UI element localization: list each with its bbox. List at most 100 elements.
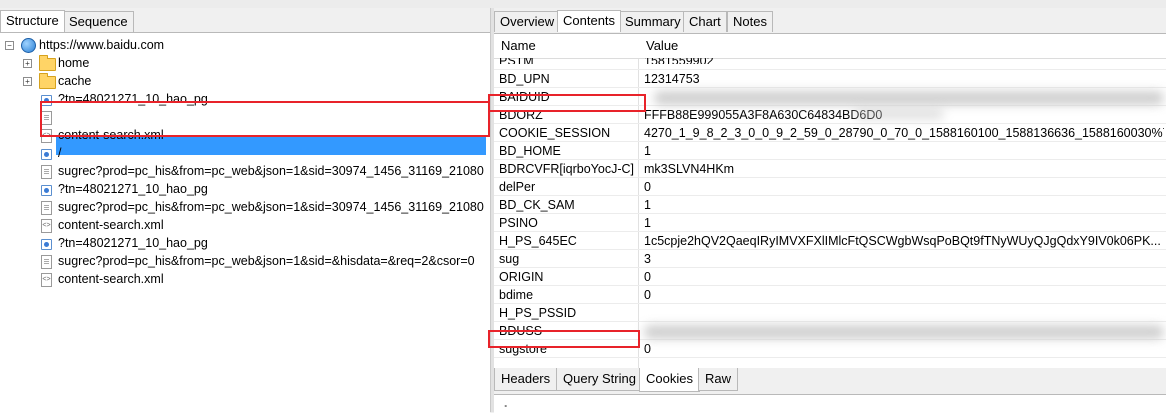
left-tab-bar: Structure Sequence xyxy=(0,8,490,32)
request-tree: − https://www.baidu.com + home + cache ?… xyxy=(0,32,490,413)
tree-node-request[interactable]: sugrec?prod=pc_his&from=pc_web&json=1&si… xyxy=(0,162,486,180)
xml-file-icon: <> xyxy=(41,129,52,143)
table-row[interactable]: COOKIE_SESSION 4270_1_9_8_2_3_0_0_9_2_59… xyxy=(494,124,1166,142)
tree-node-label: cache xyxy=(58,74,92,88)
redacted-value-blur xyxy=(644,325,1164,339)
cookie-value: 0 xyxy=(644,288,651,302)
file-icon xyxy=(41,255,52,269)
tab-overview[interactable]: Overview xyxy=(494,11,561,32)
cookie-name: BDORZ xyxy=(499,108,543,122)
cookie-value: 0 xyxy=(644,270,651,284)
cookie-name: sugstore xyxy=(499,342,547,356)
table-row[interactable]: BDORZ FFFB88E999055A3F8A630C64834BD6D0 xyxy=(494,106,1166,124)
tab-chart[interactable]: Chart xyxy=(683,11,727,32)
cookie-value: 0 xyxy=(644,180,651,194)
detail-panel: Overview Contents Summary Chart Notes Na… xyxy=(488,8,1166,413)
tree-node-label: content-search.xml xyxy=(58,218,164,232)
structure-panel: Structure Sequence − https://www.baidu.c… xyxy=(0,8,490,413)
tab-headers[interactable]: Headers xyxy=(494,368,558,391)
cookie-name: H_PS_645EC xyxy=(499,234,577,248)
cookie-name: BD_CK_SAM xyxy=(499,198,575,212)
table-row[interactable]: sugstore 0 xyxy=(494,340,1166,358)
cookie-value: 1 xyxy=(644,198,651,212)
tab-contents[interactable]: Contents xyxy=(557,10,622,32)
cookies-table: Name Value PSTM 1581559902 BD_UPN 123147… xyxy=(494,33,1166,369)
tree-node-request[interactable]: sugrec?prod=pc_his&from=pc_web&json=1&si… xyxy=(0,198,486,216)
cookie-name: bdime xyxy=(499,288,534,302)
cookie-name: BDRCVFR[iqrboYocJ-C] xyxy=(499,162,634,176)
globe-icon xyxy=(21,38,36,53)
xml-file-icon: <> xyxy=(41,273,52,287)
cookie-value: 1c5cpje2hQV2QaeqIRyIMVXFXlIMlcFtQSCWgbWs… xyxy=(644,234,1161,248)
cookie-name: BD_UPN xyxy=(499,72,550,86)
tab-structure[interactable]: Structure xyxy=(0,10,65,32)
cookie-value: 1581559902 xyxy=(644,58,1164,64)
expand-icon[interactable]: + xyxy=(23,59,32,68)
cookie-value: 0 xyxy=(644,342,651,356)
cookie-name: delPer xyxy=(499,180,536,194)
cookie-value: 4270_1_9_8_2_3_0_0_9_2_59_0_28790_0_70_0… xyxy=(644,126,1164,140)
cookie-value: 1 xyxy=(644,216,651,230)
xml-file-icon: <> xyxy=(41,219,52,233)
tab-summary[interactable]: Summary xyxy=(619,11,687,32)
cookie-name: BD_HOME xyxy=(499,144,561,158)
cookie-name: PSTM xyxy=(499,58,635,64)
request-icon xyxy=(41,185,52,196)
cookie-value: 1 xyxy=(644,144,651,158)
request-icon xyxy=(41,239,52,250)
table-row[interactable]: PSINO 1 xyxy=(494,214,1166,232)
cookie-name: COOKIE_SESSION xyxy=(499,126,611,140)
right-tab-bar: Overview Contents Summary Chart Notes xyxy=(494,8,1166,32)
file-icon xyxy=(41,165,52,179)
expand-icon[interactable]: + xyxy=(23,77,32,86)
table-row[interactable]: delPer 0 xyxy=(494,178,1166,196)
table-row[interactable]: H_PS_645EC 1c5cpje2hQV2QaeqIRyIMVXFXlIMl… xyxy=(494,232,1166,250)
tab-notes[interactable]: Notes xyxy=(727,11,773,32)
table-row[interactable]: BD_HOME 1 xyxy=(494,142,1166,160)
cookie-value: mk3SLVN4HKm xyxy=(644,162,735,176)
tree-node-request-selected[interactable]: sugrec?prod=pc_his&from=pc_web&json=1&si… xyxy=(0,108,486,126)
collapse-icon[interactable]: − xyxy=(5,41,14,50)
table-row[interactable]: sug 3 xyxy=(494,250,1166,268)
file-icon xyxy=(41,111,52,125)
tree-node-label: sugrec?prod=pc_his&from=pc_web&json=1&si… xyxy=(58,110,475,124)
table-row[interactable]: H_PS_PSSID xyxy=(494,304,1166,322)
tree-node-label: ?tn=48021271_10_hao_pg xyxy=(58,236,208,250)
tree-node-label: https://www.baidu.com xyxy=(39,38,165,52)
folder-icon xyxy=(39,55,56,71)
cookie-name: PSINO xyxy=(499,216,538,230)
table-row[interactable]: BD_CK_SAM 1 xyxy=(494,196,1166,214)
cookie-name: BDUSS xyxy=(499,324,543,338)
bottom-tab-bar: Headers Query String Cookies Raw xyxy=(494,368,1166,392)
redacted-value-blur xyxy=(654,91,1164,105)
request-icon xyxy=(41,149,52,160)
tree-node-label: content-search.xml xyxy=(58,272,164,286)
folder-icon xyxy=(39,73,56,89)
cookie-value: 3 xyxy=(644,252,651,266)
tree-node-label: content-search.xml xyxy=(58,128,164,142)
column-header-name[interactable]: Name xyxy=(501,34,536,58)
column-header-value[interactable]: Value xyxy=(646,34,678,58)
tree-node-label: ?tn=48021271_10_hao_pg xyxy=(58,92,208,106)
cookie-name: sug xyxy=(499,252,520,266)
tab-raw[interactable]: Raw xyxy=(698,368,739,391)
request-icon xyxy=(41,95,52,106)
tab-sequence[interactable]: Sequence xyxy=(63,11,134,32)
text-caret-icon: ˳ xyxy=(504,397,508,408)
table-row[interactable]: PSTM 1581559902 xyxy=(494,58,1166,70)
tab-query-string[interactable]: Query String xyxy=(556,368,643,391)
table-row[interactable]: BD_UPN 12314753 xyxy=(494,70,1166,88)
table-row[interactable]: bdime 0 xyxy=(494,286,1166,304)
tree-node-request[interactable]: sugrec?prod=pc_his&from=pc_web&json=1&si… xyxy=(0,252,486,270)
tab-cookies[interactable]: Cookies xyxy=(639,368,700,392)
raw-content-area[interactable]: ˳ xyxy=(494,394,1166,413)
tree-node-label: sugrec?prod=pc_his&from=pc_web&json=1&si… xyxy=(58,164,484,178)
table-row[interactable]: ORIGIN 0 xyxy=(494,268,1166,286)
tree-node-label: sugrec?prod=pc_his&from=pc_web&json=1&si… xyxy=(58,254,475,268)
tree-node-label: ?tn=48021271_10_hao_pg xyxy=(58,182,208,196)
tree-node-label: home xyxy=(58,56,90,70)
tree-node-label: sugrec?prod=pc_his&from=pc_web&json=1&si… xyxy=(58,200,484,214)
tree-node-label: / xyxy=(58,146,62,160)
table-row[interactable]: BDRCVFR[iqrboYocJ-C] mk3SLVN4HKm xyxy=(494,160,1166,178)
cookie-name: BAIDUID xyxy=(499,90,550,104)
